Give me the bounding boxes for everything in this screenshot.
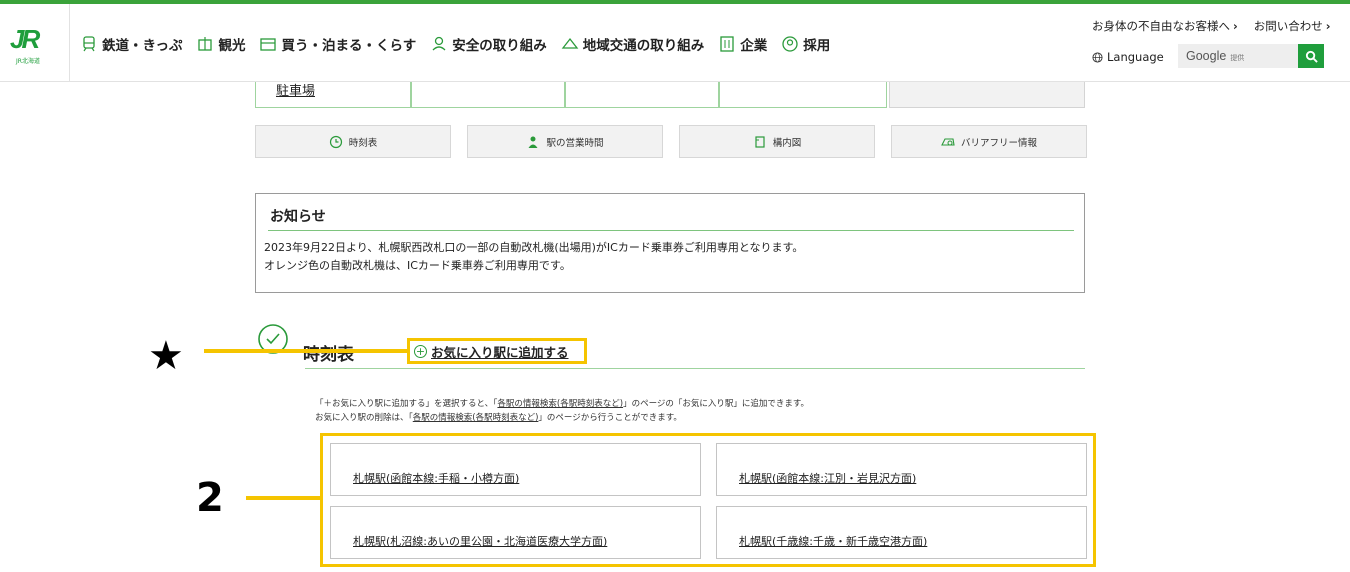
sightseeing-icon xyxy=(198,37,213,51)
plus-circle-icon: + xyxy=(414,344,427,358)
notice-divider xyxy=(268,230,1074,231)
station-map-button[interactable]: 構内図 xyxy=(679,125,875,158)
quick-buttons: 時刻表 駅の営業時間 構内図 バリアフリー情報 xyxy=(255,125,1087,158)
jr-logo[interactable]: JR JR北海道 xyxy=(0,4,70,82)
notice-line-1: 2023年9月22日より、札幌駅西改札口の一部の自動改札機(出場用)がICカード… xyxy=(264,241,804,254)
search-brand: Google xyxy=(1186,49,1227,63)
add-favorite-button[interactable]: + お気に入り駅に追加する xyxy=(407,338,587,364)
qbtn-label: 時刻表 xyxy=(348,137,378,149)
star-marker: ★ xyxy=(148,333,184,379)
star-pointer-line xyxy=(204,349,408,353)
search-button[interactable] xyxy=(1298,44,1324,68)
nav-label: 地域交通の取り組み xyxy=(582,38,705,54)
add-favorite-label: お気に入り駅に追加する xyxy=(431,344,569,360)
step-pointer-line xyxy=(246,496,320,500)
nav-safety[interactable]: 安全の取り組み xyxy=(430,34,547,54)
language-label: Language xyxy=(1107,50,1164,64)
nav-company[interactable]: 企業 xyxy=(718,34,767,54)
globe-icon xyxy=(1092,51,1103,63)
nav-label: 観光 xyxy=(218,38,246,54)
barrier-free-button[interactable]: バリアフリー情報 xyxy=(891,125,1087,158)
site-header: JR JR北海道 鉄道・きっぷ 観光 買う・泊まる・くらす 安全の取り組み 地域… xyxy=(0,4,1350,82)
search-tag: 提供 xyxy=(1230,54,1245,62)
nav-label: 安全の取り組み xyxy=(452,38,547,54)
person-icon xyxy=(528,136,538,148)
qbtn-label: バリアフリー情報 xyxy=(960,137,1037,149)
train-icon xyxy=(83,36,95,52)
nav-label: 鉄道・きっぷ xyxy=(102,38,183,54)
station-hours-button[interactable]: 駅の営業時間 xyxy=(467,125,663,158)
nav-label: 企業 xyxy=(740,38,768,54)
notice-line-2: オレンジ色の自動改札機は、ICカード乗車券ご利用専用です。 xyxy=(264,259,571,272)
map-icon xyxy=(755,135,765,148)
station-button[interactable]: 札幌駅(函館本線:江別・岩見沢方面) xyxy=(716,443,1087,496)
timetable-clock-icon xyxy=(256,322,290,360)
station-search-link[interactable]: 各駅の情報検索(各駅時刻表など) xyxy=(413,413,539,423)
nav-label: 買う・泊まる・くらす xyxy=(281,38,417,54)
nav-label: 採用 xyxy=(803,38,831,54)
main-nav: 鉄道・きっぷ 観光 買う・泊まる・くらす 安全の取り組み 地域交通の取り組み 企… xyxy=(80,34,830,54)
utility-links: お身体の不自由なお客様へ › お問い合わせ › xyxy=(1092,18,1331,34)
qbtn-label: 駅の営業時間 xyxy=(546,137,604,149)
station-search-link[interactable]: 各駅の情報検索(各駅時刻表など) xyxy=(497,399,623,409)
search-input[interactable]: Google 提供 xyxy=(1178,44,1298,68)
regional-transport-icon xyxy=(561,37,579,49)
clock-icon xyxy=(329,135,342,148)
nav-regional[interactable]: 地域交通の取り組み xyxy=(561,34,705,54)
notice-title: お知らせ xyxy=(270,209,326,225)
parking-link[interactable]: 駐車場 xyxy=(276,80,315,99)
station-button[interactable]: 札幌駅(函館本線:手稲・小樽方面) xyxy=(330,443,701,496)
safety-icon xyxy=(432,36,446,51)
logo-mark: JR xyxy=(10,24,40,54)
station-button[interactable]: 札幌駅(札沼線:あいの里公園・北海道医療大学方面) xyxy=(330,506,701,559)
qbtn-label: 構内図 xyxy=(772,137,802,149)
favorite-info-line-2: お気に入り駅の削除は、「各駅の情報検索(各駅時刻表など)」のページから行うことが… xyxy=(315,413,682,423)
step-number-marker: 2 xyxy=(196,475,224,521)
favorite-info-line-1: 「＋お気に入り駅に追加する」を選択すると、「各駅の情報検索(各駅時刻表など)」の… xyxy=(315,399,810,409)
recruit-icon xyxy=(782,36,798,52)
contact-link[interactable]: お問い合わせ › xyxy=(1254,18,1331,34)
timetable-divider xyxy=(305,368,1085,369)
nav-sightseeing[interactable]: 観光 xyxy=(196,34,245,54)
barrier-free-icon xyxy=(941,137,955,146)
station-button[interactable]: 札幌駅(千歳線:千歳・新千歳空港方面) xyxy=(716,506,1087,559)
nav-shop[interactable]: 買う・泊まる・くらす xyxy=(259,34,416,54)
notice-box: お知らせ 2023年9月22日より、札幌駅西改札口の一部の自動改札機(出場用)が… xyxy=(255,193,1085,293)
search-icon xyxy=(1305,50,1318,63)
accessibility-link[interactable]: お身体の不自由なお客様へ › xyxy=(1092,18,1238,34)
building-icon xyxy=(720,36,734,52)
shop-icon xyxy=(260,38,277,51)
nav-railway[interactable]: 鉄道・きっぷ xyxy=(80,34,182,54)
logo-subtext: JR北海道 xyxy=(16,58,40,65)
timetable-button[interactable]: 時刻表 xyxy=(255,125,451,158)
station-buttons-highlight: 札幌駅(函館本線:手稲・小樽方面) 札幌駅(函館本線:江別・岩見沢方面) 札幌駅… xyxy=(320,433,1096,567)
language-switch[interactable]: Language xyxy=(1092,50,1164,64)
nav-recruit[interactable]: 採用 xyxy=(781,34,830,54)
